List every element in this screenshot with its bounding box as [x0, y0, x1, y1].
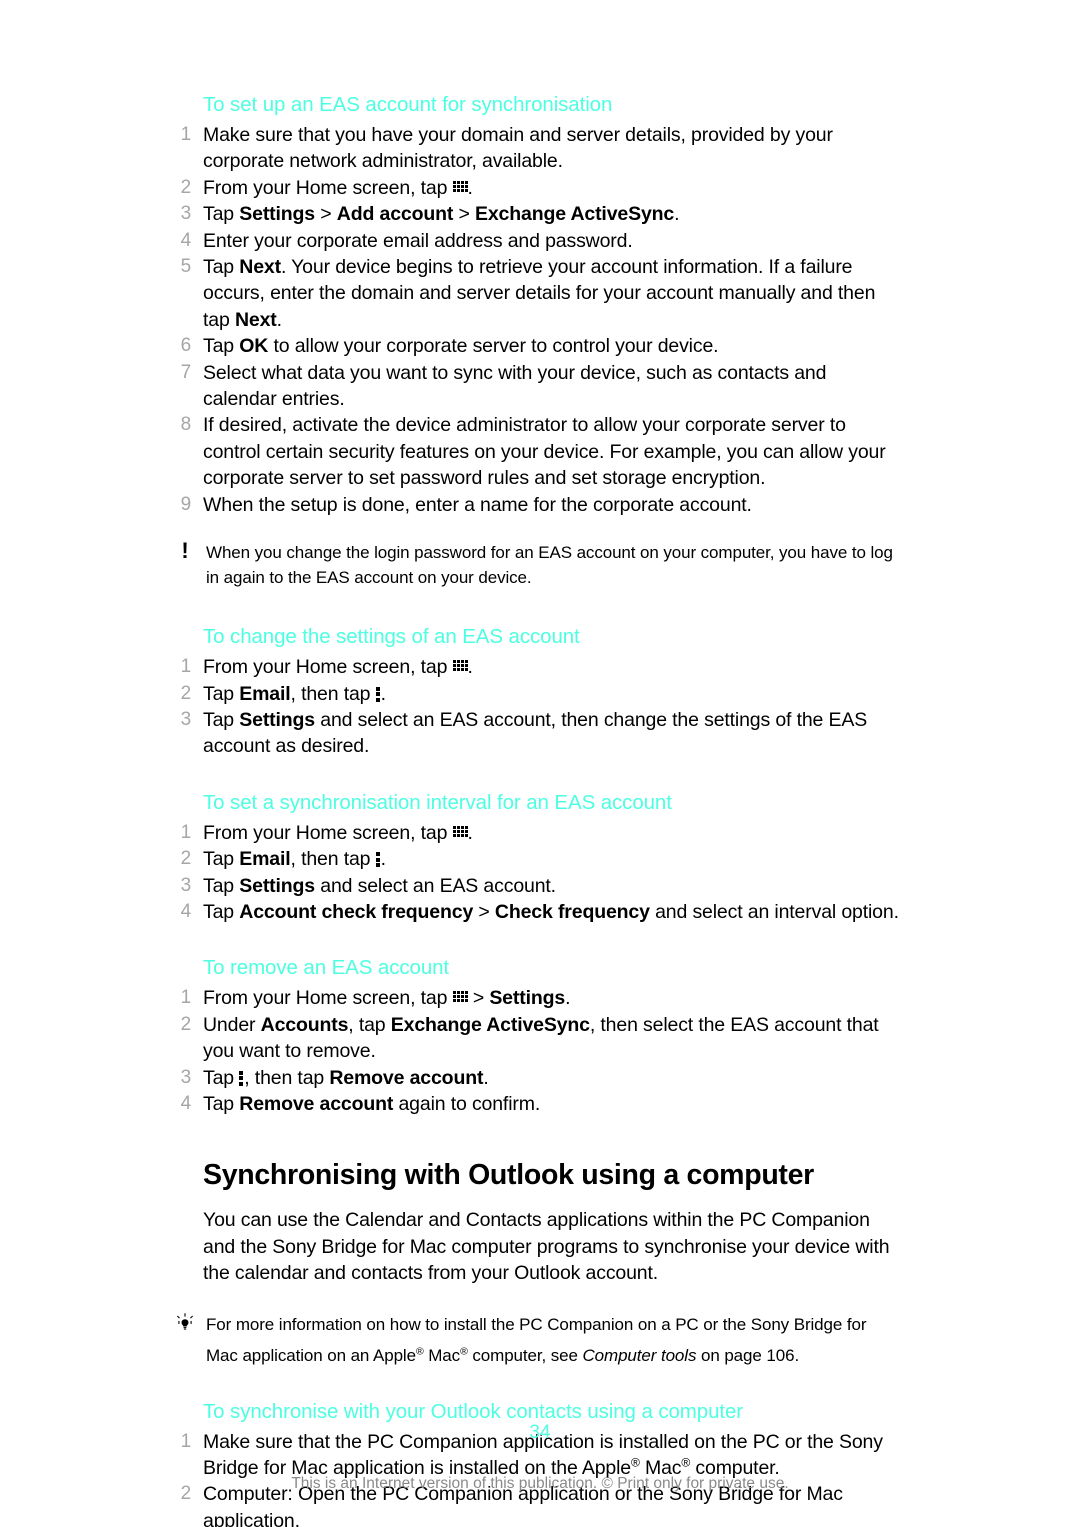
step-text: When the setup is done, enter a name for…: [203, 493, 752, 516]
tip-callout: For more information on how to install t…: [170, 1309, 900, 1371]
step-text-before: From your Home screen, tap: [203, 176, 453, 199]
note-callout: ! When you change the login password for…: [170, 540, 900, 590]
list-item: 4 Tap Account check frequency > Check fr…: [170, 899, 900, 925]
step-number: 1: [180, 821, 192, 843]
step-text: Tap Settings and select an EAS account, …: [203, 708, 868, 758]
step-list-eas-interval: 1 From your Home screen, tap . 2 Tap Ema…: [170, 820, 900, 926]
list-item: 1 From your Home screen, tap .: [170, 820, 900, 846]
step-text-after: , then tap Remove account.: [244, 1066, 489, 1089]
list-item: 6 Tap OK to allow your corporate server …: [170, 333, 900, 359]
step-text: If desired, activate the device administ…: [203, 414, 886, 490]
tip-page-reference: 106: [766, 1345, 795, 1365]
list-item: 4 Tap Remove account again to confirm.: [170, 1091, 900, 1117]
step-number: 5: [180, 256, 192, 278]
overflow-menu-icon: [239, 1070, 244, 1086]
step-number: 1: [180, 124, 192, 145]
tip-text: For more information on how to install t…: [206, 1314, 867, 1365]
step-number: 9: [180, 493, 192, 515]
section-heading-eas-interval: To set a synchronisation interval for an…: [203, 790, 672, 814]
step-number: 2: [180, 176, 192, 198]
app-drawer-icon: [452, 991, 468, 1006]
app-drawer-icon: [452, 660, 468, 675]
step-number: 2: [180, 1013, 192, 1035]
step-text: Tap Settings and select an EAS account.: [203, 874, 556, 897]
section-heading-outlook-contacts: To synchronise with your Outlook contact…: [203, 1399, 743, 1423]
step-text: Tap Next. Your device begins to retrieve…: [203, 256, 876, 331]
overflow-menu-icon: [375, 851, 381, 868]
step-number: 3: [180, 1066, 192, 1088]
step-number: 1: [180, 656, 192, 678]
list-item: 2 Tap Email, then tap .: [170, 681, 900, 707]
tip-italic-reference: Computer tools: [582, 1345, 697, 1365]
step-list-eas-change: 1 From your Home screen, tap . 2 Tap Ema…: [170, 654, 900, 760]
step-text: Select what data you want to sync with y…: [203, 361, 827, 411]
list-item: 3 Tap Settings and select an EAS account…: [170, 873, 900, 899]
step-text: Under Accounts, tap Exchange ActiveSync,…: [203, 1013, 879, 1063]
step-number: 4: [180, 1092, 192, 1114]
app-drawer-icon: [452, 825, 468, 841]
step-text-after: > Settings.: [467, 987, 571, 1010]
list-item: 2 Under Accounts, tap Exchange ActiveSyn…: [170, 1012, 900, 1065]
overflow-menu-icon: [375, 686, 381, 702]
step-text-before: Tap Email, then tap: [203, 682, 376, 705]
step-number: 2: [180, 848, 192, 870]
page-content: To set up an EAS account for synchronisa…: [170, 92, 900, 1527]
step-list-eas-remove: 1 From your Home screen, tap > Settings.…: [170, 985, 900, 1117]
step-text-before: From your Home screen, tap: [203, 656, 453, 679]
app-drawer-icon: [452, 180, 468, 196]
step-text: Tap Remove account again to confirm.: [203, 1092, 541, 1115]
note-text: When you change the login password for a…: [206, 543, 893, 588]
step-text-after: .: [380, 682, 386, 705]
intro-paragraph: You can use the Calendar and Contacts ap…: [203, 1209, 890, 1285]
list-item: 7 Select what data you want to sync with…: [170, 360, 900, 413]
page-title: Synchronising with Outlook using a compu…: [203, 1159, 814, 1192]
step-text-before: Tap: [203, 1066, 240, 1089]
document-page: To set up an EAS account for synchronisa…: [0, 0, 1080, 1527]
lightbulb-icon: [173, 1309, 197, 1340]
list-item: 1 From your Home screen, tap .: [170, 654, 900, 680]
list-item: 9 When the setup is done, enter a name f…: [170, 492, 900, 518]
step-text: Tap Settings > Add account > Exchange Ac…: [203, 203, 680, 226]
step-text-before: From your Home screen, tap: [203, 987, 453, 1010]
step-text: Enter your corporate email address and p…: [203, 229, 633, 252]
exclamation-icon: !: [181, 538, 189, 564]
step-text-before: Tap Email, then tap: [203, 848, 376, 871]
step-number: 8: [180, 414, 192, 436]
step-number: 2: [180, 682, 192, 704]
list-item: 8 If desired, activate the device admini…: [170, 412, 900, 491]
list-item: 2 Tap Email, then tap .: [170, 846, 900, 872]
list-item: 1 Make sure that you have your domain an…: [170, 122, 900, 175]
list-item: 3 Tap Settings > Add account > Exchange …: [170, 201, 900, 227]
step-number: 1: [180, 987, 192, 1009]
footer-copyright-note: This is an Internet version of this publ…: [291, 1475, 789, 1492]
list-item: 3 Tap , then tap Remove account.: [170, 1065, 900, 1091]
step-text-before: From your Home screen, tap: [203, 821, 453, 844]
step-text: Tap Account check frequency > Check freq…: [203, 900, 899, 923]
section-heading-eas-remove: To remove an EAS account: [203, 956, 450, 980]
step-text-after: .: [380, 848, 386, 871]
step-number: 4: [180, 229, 192, 251]
step-number: 4: [180, 900, 192, 922]
page-number: 34: [529, 1422, 551, 1443]
step-number: 3: [180, 708, 192, 730]
list-item: 4 Enter your corporate email address and…: [170, 228, 900, 254]
step-number: 7: [180, 361, 192, 383]
step-text-after: .: [467, 656, 473, 679]
list-item: 1 From your Home screen, tap > Settings.: [170, 985, 900, 1011]
step-number: 3: [180, 203, 192, 225]
list-item: 3 Tap Settings and select an EAS account…: [170, 707, 900, 760]
step-text-after: .: [467, 176, 473, 199]
step-list-eas-setup: 1 Make sure that you have your domain an…: [170, 122, 900, 518]
list-item: 2 From your Home screen, tap .: [170, 175, 900, 201]
step-text: Make sure that you have your domain and …: [203, 124, 833, 173]
section-heading-eas-setup: To set up an EAS account for synchronisa…: [203, 93, 613, 116]
list-item: 5 Tap Next. Your device begins to retrie…: [170, 254, 900, 333]
step-text-after: .: [467, 821, 473, 844]
step-text: Tap OK to allow your corporate server to…: [203, 335, 719, 358]
step-number: 3: [180, 874, 192, 896]
section-heading-eas-change: To change the settings of an EAS account: [203, 625, 580, 649]
step-number: 6: [180, 335, 192, 357]
